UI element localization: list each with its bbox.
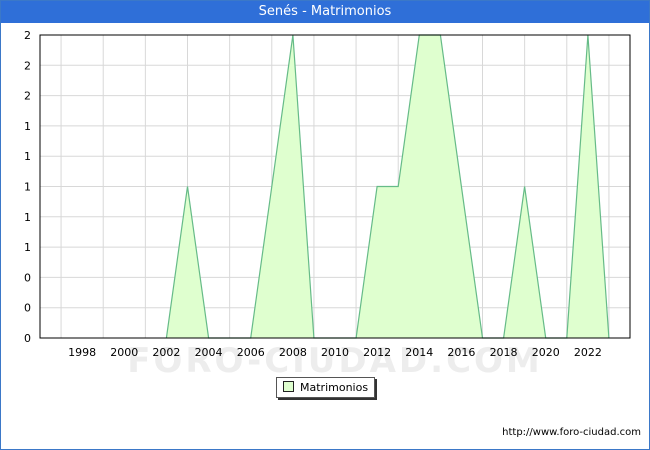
x-tick-label: 2014	[405, 346, 433, 359]
legend-swatch	[283, 381, 294, 392]
x-tick-label: 2006	[237, 346, 265, 359]
x-tick-label: 1998	[68, 346, 96, 359]
y-tick-label: 1	[24, 181, 31, 194]
x-tick-label: 2008	[279, 346, 307, 359]
legend: Matrimonios	[276, 377, 376, 398]
y-tick-label: 0	[24, 271, 31, 284]
x-tick-label: 2016	[447, 346, 475, 359]
x-tick-label: 2002	[152, 346, 180, 359]
x-tick-label: 2010	[321, 346, 349, 359]
x-tick-label: 2004	[195, 346, 223, 359]
x-tick-label: 2012	[363, 346, 391, 359]
y-tick-label: 1	[24, 211, 31, 224]
y-tick-label: 0	[24, 302, 31, 315]
legend-label: Matrimonios	[300, 381, 369, 394]
x-tick-label: 2022	[574, 346, 602, 359]
source-url: http://www.foro-ciudad.com	[502, 427, 641, 438]
x-tick-label: 2020	[532, 346, 560, 359]
y-tick-label: 2	[24, 90, 31, 103]
y-tick-label: 1	[24, 241, 31, 254]
x-tick-label: 2018	[490, 346, 518, 359]
y-tick-label: 2	[24, 59, 31, 72]
y-tick-label: 1	[24, 150, 31, 163]
x-tick-label: 2000	[110, 346, 138, 359]
y-tick-label: 1	[24, 120, 31, 133]
y-tick-label: 0	[24, 332, 31, 345]
y-tick-label: 2	[24, 29, 31, 42]
